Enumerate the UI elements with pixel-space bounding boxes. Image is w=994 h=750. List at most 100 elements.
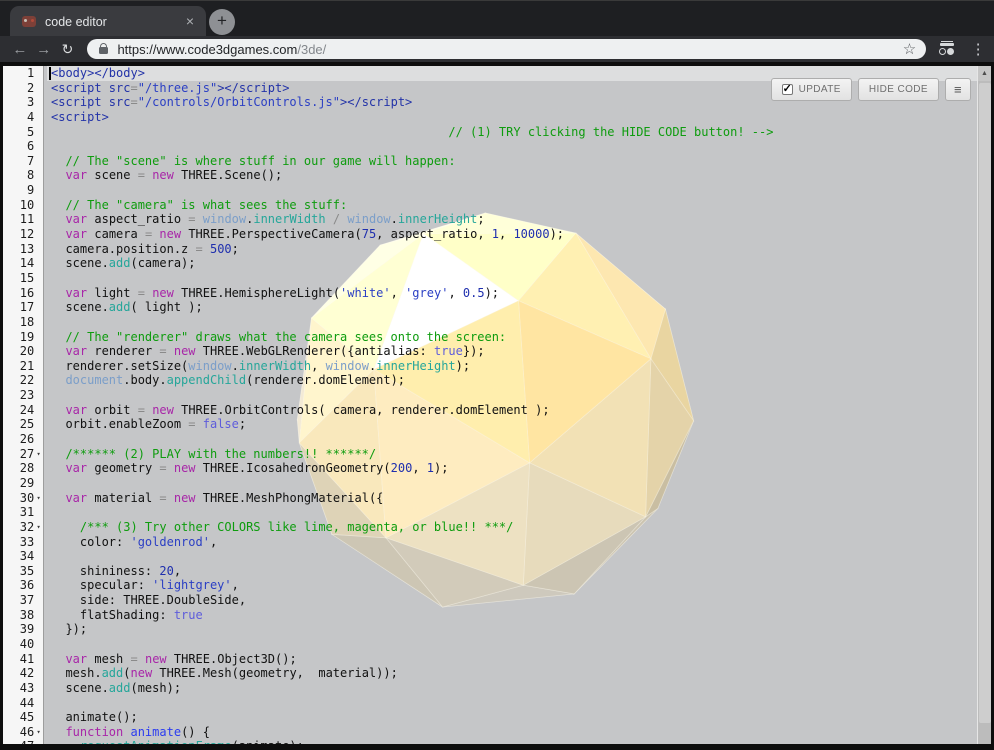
address-bar[interactable]: https://www.code3dgames.com/3de/ ☆ <box>87 39 926 59</box>
code-line[interactable]: var geometry = new THREE.IcosahedronGeom… <box>47 461 977 476</box>
line-number: 4 <box>3 110 34 125</box>
code-line[interactable]: /****** (2) PLAY with the numbers!! ****… <box>47 447 977 462</box>
code-line[interactable]: function animate() { <box>47 725 977 740</box>
code-line[interactable]: mesh.add(new THREE.Mesh(geometry, materi… <box>47 666 977 681</box>
code-editor[interactable]: <body></body><script src="/three.js"></s… <box>47 66 977 744</box>
tab-strip: code editor × + <box>0 0 994 36</box>
line-number: 9 <box>3 183 34 198</box>
line-number: 6 <box>3 139 34 154</box>
code-line[interactable]: var renderer = new THREE.WebGLRenderer({… <box>47 344 977 359</box>
code-line[interactable] <box>47 505 977 520</box>
line-number: 34 <box>3 549 34 564</box>
update-checkbox[interactable] <box>782 84 793 95</box>
line-number: 24 <box>3 403 34 418</box>
line-number: 1 <box>3 66 34 81</box>
code-line[interactable]: var mesh = new THREE.Object3D(); <box>47 652 977 667</box>
code-line[interactable] <box>47 696 977 711</box>
code-line[interactable]: var aspect_ratio = window.innerWidth / w… <box>47 212 977 227</box>
code-line[interactable] <box>47 432 977 447</box>
line-number: 45 <box>3 710 34 725</box>
code-line[interactable]: // (1) TRY clicking the HIDE CODE button… <box>47 125 977 140</box>
code-line[interactable]: // The "camera" is what sees the stuff: <box>47 198 977 213</box>
page-scrollbar[interactable]: ▲ <box>977 66 991 744</box>
line-number: 19 <box>3 330 34 345</box>
hamburger-icon: ≡ <box>954 82 962 97</box>
code-line[interactable]: // The "scene" is where stuff in our gam… <box>47 154 977 169</box>
url-text[interactable]: https://www.code3dgames.com/3de/ <box>117 42 902 57</box>
bookmark-star-icon[interactable]: ☆ <box>903 40 916 58</box>
code-line[interactable]: <script> <box>47 110 977 125</box>
browser-menu-icon[interactable]: ⋮ <box>966 40 990 58</box>
line-number-gutter: 1234567891011121314151617181920212223242… <box>3 66 44 744</box>
line-number: 23 <box>3 388 34 403</box>
line-number: 32 <box>3 520 34 535</box>
line-number: 2 <box>3 81 34 96</box>
code-line[interactable]: /*** (3) Try other COLORS like lime, mag… <box>47 520 977 535</box>
fold-toggle-icon[interactable]: ▾ <box>34 725 43 740</box>
fold-toggle-icon[interactable]: ▾ <box>34 447 43 462</box>
code-line[interactable]: specular: 'lightgrey', <box>47 578 977 593</box>
code-line[interactable]: var scene = new THREE.Scene(); <box>47 168 977 183</box>
code-line[interactable]: camera.position.z = 500; <box>47 242 977 257</box>
editor-menu-button[interactable]: ≡ <box>945 78 971 101</box>
code-line[interactable]: var light = new THREE.HemisphereLight('w… <box>47 286 977 301</box>
code-line[interactable] <box>47 271 977 286</box>
line-number: 44 <box>3 696 34 711</box>
scrollbar-thumb[interactable] <box>979 83 991 723</box>
back-icon[interactable]: ← <box>8 41 32 58</box>
code-line[interactable]: document.body.appendChild(renderer.domEl… <box>47 373 977 388</box>
line-number: 28 <box>3 461 34 476</box>
line-number: 18 <box>3 315 34 330</box>
code-line[interactable]: side: THREE.DoubleSide, <box>47 593 977 608</box>
hide-code-button[interactable]: HIDE CODE <box>858 78 939 101</box>
code-line[interactable]: flatShading: true <box>47 608 977 623</box>
code-line[interactable] <box>47 637 977 652</box>
line-number: 31 <box>3 505 34 520</box>
line-number: 40 <box>3 637 34 652</box>
code-line[interactable] <box>47 315 977 330</box>
tab-code-editor[interactable]: code editor × <box>10 6 206 37</box>
line-number: 36 <box>3 578 34 593</box>
code-line[interactable]: orbit.enableZoom = false; <box>47 417 977 432</box>
code-line[interactable]: var orbit = new THREE.OrbitControls( cam… <box>47 403 977 418</box>
code-line[interactable]: color: 'goldenrod', <box>47 535 977 550</box>
tab-close-icon[interactable]: × <box>182 14 198 30</box>
code-line[interactable]: var material = new THREE.MeshPhongMateri… <box>47 491 977 506</box>
browser-window: code editor × + ← → ↻ https://www.code3d… <box>0 0 994 750</box>
new-tab-button[interactable]: + <box>209 9 235 35</box>
code-line[interactable] <box>47 549 977 564</box>
code-line[interactable]: scene.add( light ); <box>47 300 977 315</box>
code-line[interactable]: }); <box>47 622 977 637</box>
code-line[interactable]: scene.add(camera); <box>47 256 977 271</box>
line-number: 29 <box>3 476 34 491</box>
line-number: 26 <box>3 432 34 447</box>
update-button[interactable]: UPDATE <box>771 78 852 101</box>
line-number: 37 <box>3 593 34 608</box>
line-number: 5 <box>3 125 34 140</box>
page-content: 1234567891011121314151617181920212223242… <box>3 66 991 744</box>
line-number: 16 <box>3 286 34 301</box>
code-line[interactable]: var camera = new THREE.PerspectiveCamera… <box>47 227 977 242</box>
scroll-up-arrow-icon[interactable]: ▲ <box>978 66 991 81</box>
code-line[interactable]: scene.add(mesh); <box>47 681 977 696</box>
forward-icon[interactable]: → <box>32 41 56 58</box>
code-line[interactable]: // The "renderer" draws what the camera … <box>47 330 977 345</box>
code-line[interactable]: renderer.setSize(window.innerWidth, wind… <box>47 359 977 374</box>
line-number: 22 <box>3 373 34 388</box>
reload-icon[interactable]: ↻ <box>56 41 80 58</box>
hide-code-button-label: HIDE CODE <box>869 84 928 95</box>
code-line[interactable]: requestAnimationFrame(animate); <box>47 739 977 744</box>
line-number: 10 <box>3 198 34 213</box>
code-line[interactable]: shininess: 20, <box>47 564 977 579</box>
line-number: 41 <box>3 652 34 667</box>
code-line[interactable] <box>47 388 977 403</box>
fold-toggle-icon[interactable]: ▾ <box>34 491 43 506</box>
code-line[interactable] <box>47 476 977 491</box>
code-line[interactable] <box>47 139 977 154</box>
fold-toggle-icon[interactable]: ▾ <box>34 520 43 535</box>
code-line[interactable] <box>47 183 977 198</box>
line-number: 27 <box>3 447 34 462</box>
editor-controls: UPDATE HIDE CODE ≡ <box>771 78 971 101</box>
line-number: 15 <box>3 271 34 286</box>
code-line[interactable]: animate(); <box>47 710 977 725</box>
